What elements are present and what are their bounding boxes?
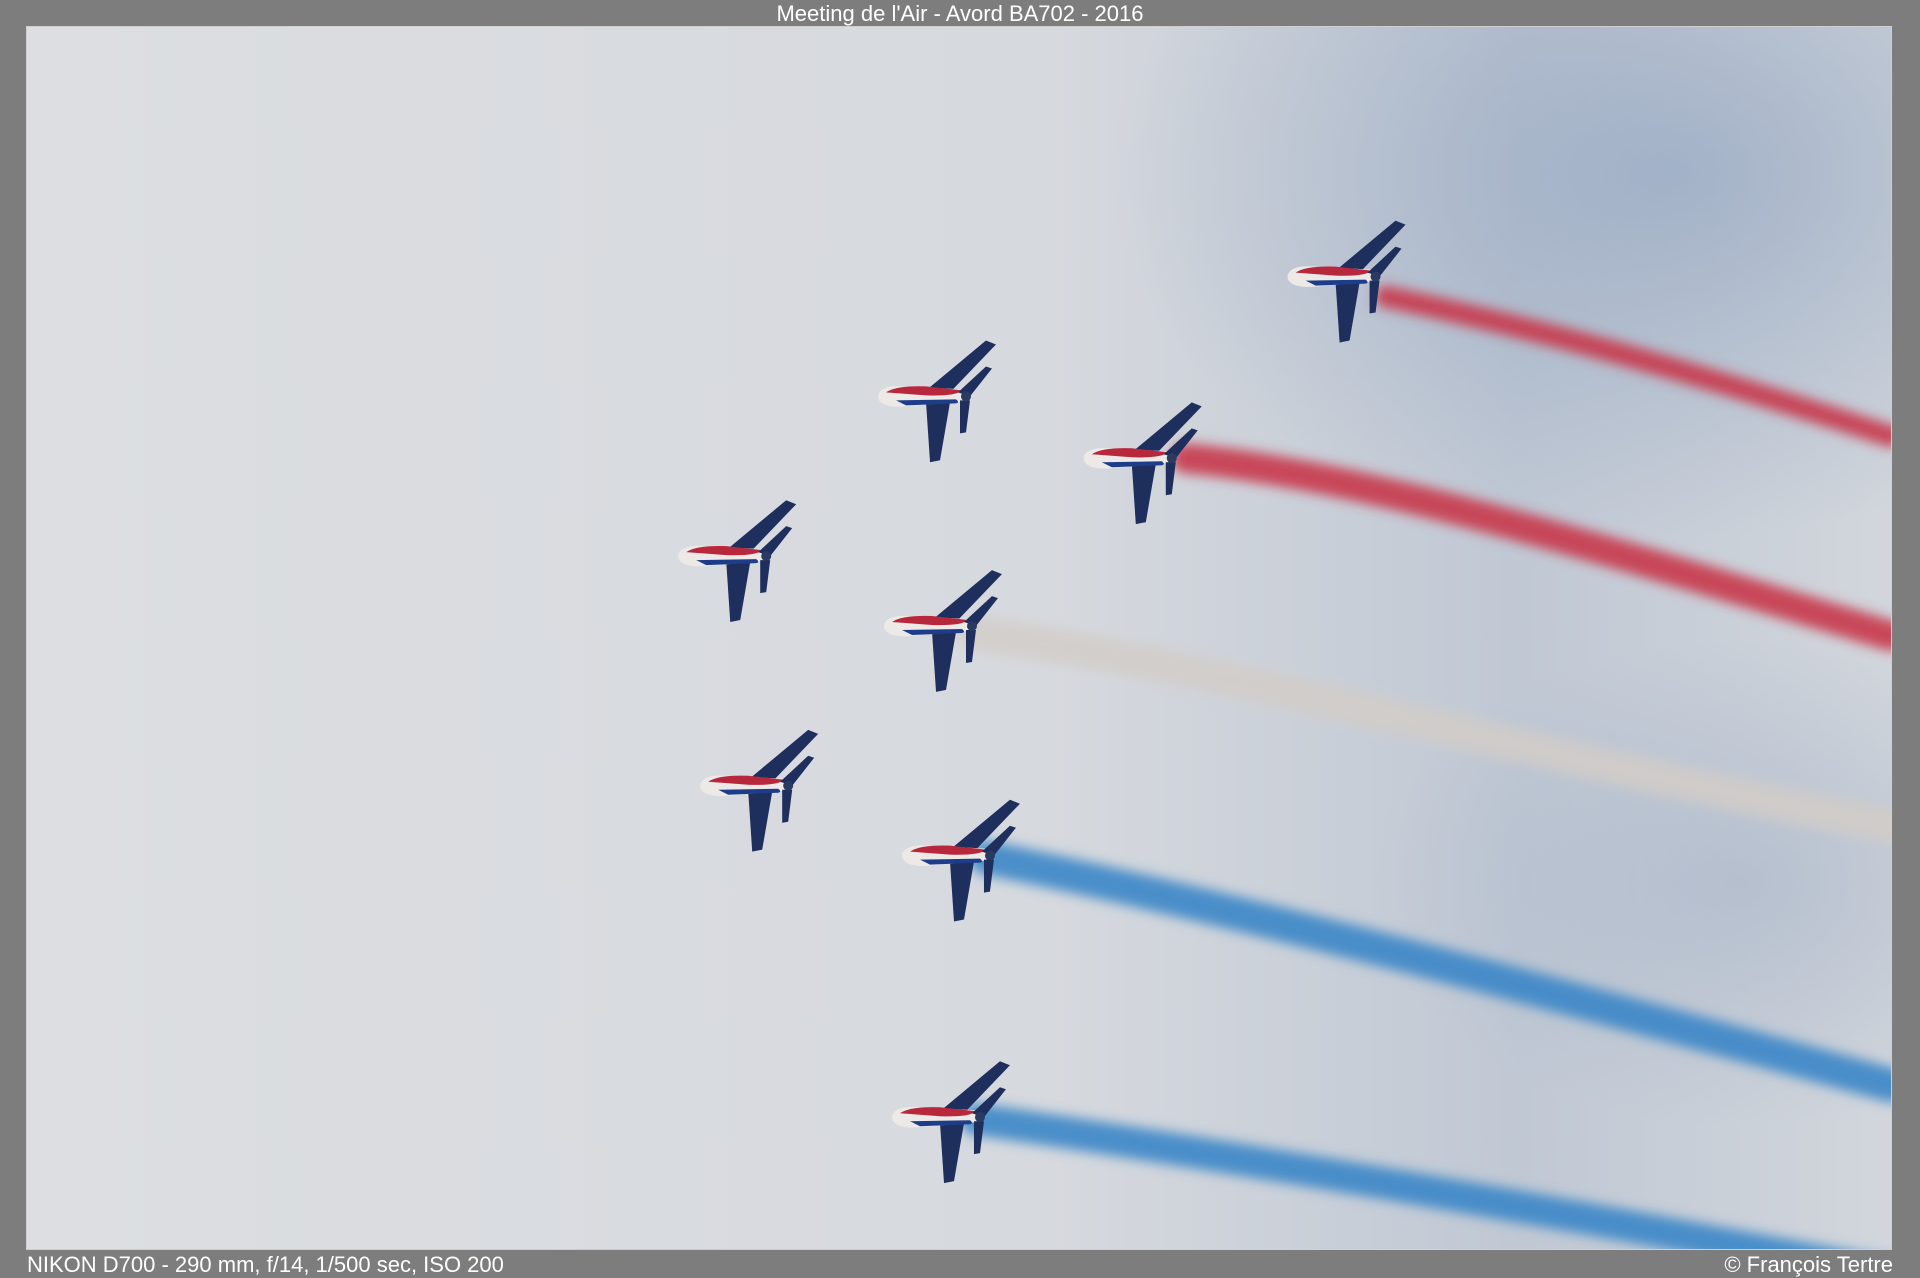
photo-title: Meeting de l'Air - Avord BA702 - 2016 — [776, 1, 1144, 26]
photo-frame — [26, 26, 1892, 1250]
exif-caption: NIKON D700 - 290 mm, f/14, 1/500 sec, IS… — [27, 1252, 504, 1277]
airshow-photo — [27, 27, 1891, 1249]
photo-credit: © François Tertre — [1724, 1252, 1893, 1277]
